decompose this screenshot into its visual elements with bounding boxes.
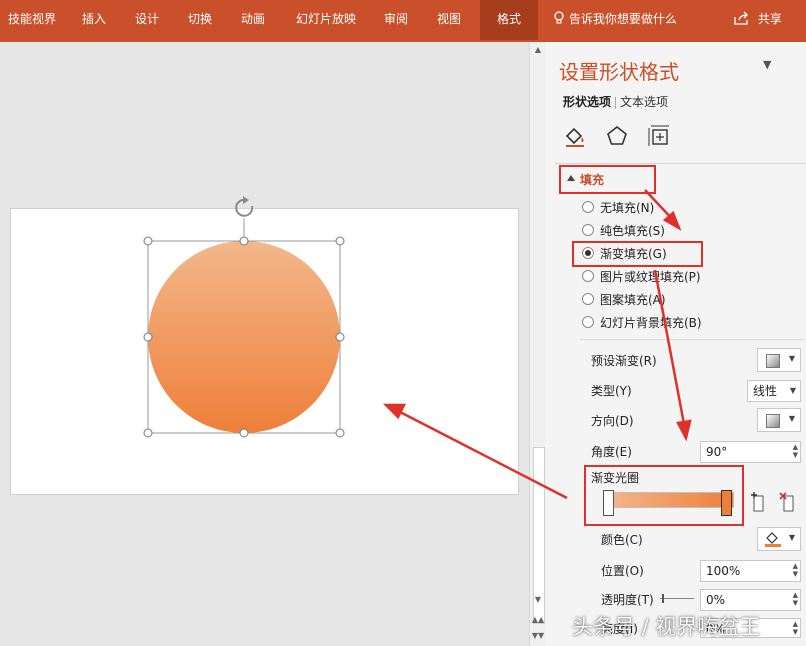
annotation-arrows (382, 189, 692, 500)
watermark: 头条号 / 视界嗨盆王 (572, 615, 761, 639)
